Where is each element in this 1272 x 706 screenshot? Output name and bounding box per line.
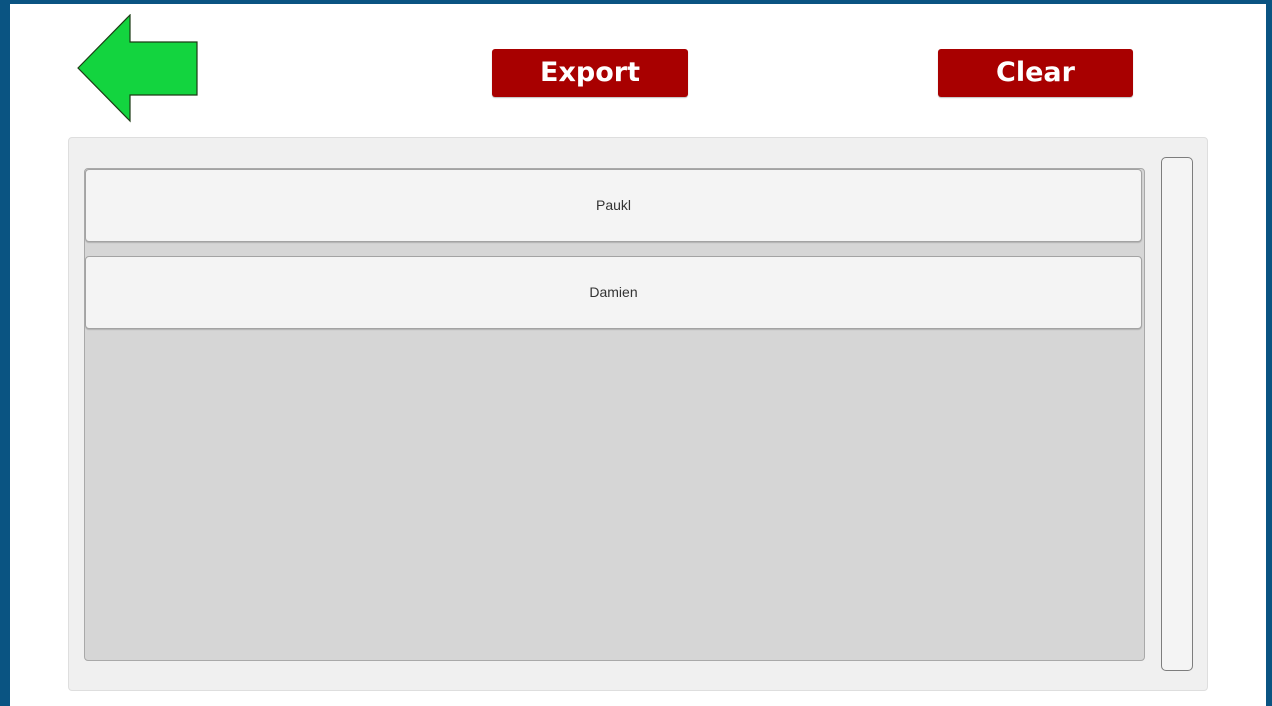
list-item-damien[interactable]: Damien (85, 256, 1142, 329)
clear-button[interactable]: Clear (938, 49, 1133, 97)
arrow-left-icon (77, 14, 198, 123)
vertical-scrollbar[interactable] (1161, 157, 1193, 671)
list-item-paukl[interactable]: Paukl (85, 169, 1142, 242)
back-button[interactable] (76, 14, 201, 124)
list-panel: Paukl Damien (68, 137, 1208, 691)
list-view: Paukl Damien (84, 168, 1145, 661)
app-window: Export Clear Paukl Damien (10, 4, 1266, 706)
export-button[interactable]: Export (492, 49, 688, 97)
